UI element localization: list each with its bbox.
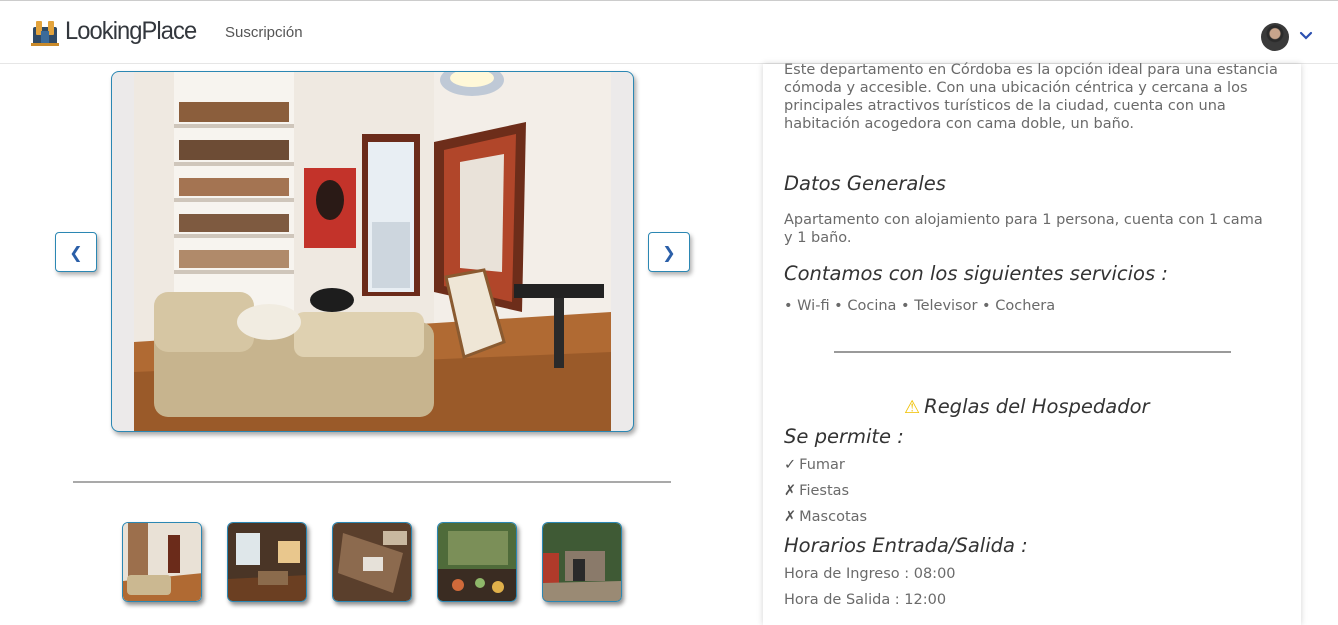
property-details-panel: Este departamento en Córdoba es la opció… bbox=[763, 62, 1301, 625]
rule-label: Mascotas bbox=[799, 509, 868, 525]
check-out-time: Hora de Salida : 12:00 bbox=[784, 592, 947, 608]
rule-item-parties: ✗ Fiestas bbox=[784, 483, 849, 499]
host-rules-heading: ⚠ Reglas del Hospedador bbox=[904, 395, 1150, 418]
divider bbox=[73, 481, 671, 483]
nav-subscription-link[interactable]: Suscripción bbox=[225, 24, 303, 41]
chevron-down-icon[interactable] bbox=[1298, 28, 1314, 44]
schedule-heading: Horarios Entrada/Salida : bbox=[784, 534, 1028, 557]
warning-icon: ⚠ bbox=[904, 397, 921, 418]
top-navbar: LookingPlace Suscripción bbox=[0, 0, 1338, 64]
host-rules-title: Reglas del Hospedador bbox=[924, 395, 1150, 418]
thumbnail-4[interactable] bbox=[437, 522, 517, 602]
services-heading: Contamos con los siguientes servicios : bbox=[784, 262, 1168, 285]
logo-icon[interactable] bbox=[31, 19, 59, 46]
divider bbox=[834, 351, 1231, 353]
cross-icon: ✗ bbox=[784, 483, 797, 499]
check-icon: ✓ bbox=[784, 457, 797, 473]
thumbnail-2[interactable] bbox=[227, 522, 307, 602]
thumbnail-1[interactable] bbox=[122, 522, 202, 602]
image-carousel bbox=[111, 71, 634, 432]
cross-icon: ✗ bbox=[784, 509, 797, 525]
general-data-text: Apartamento con alojamiento para 1 perso… bbox=[784, 212, 1263, 246]
services-list: • Wi-fi • Cocina • Televisor • Cochera bbox=[784, 298, 1056, 314]
brand-name[interactable]: LookingPlace bbox=[65, 17, 197, 46]
user-avatar[interactable] bbox=[1261, 23, 1289, 51]
carousel-next-button[interactable]: ❯ bbox=[648, 232, 690, 272]
check-in-time: Hora de Ingreso : 08:00 bbox=[784, 566, 956, 582]
room-photo bbox=[134, 72, 611, 431]
rule-label: Fiestas bbox=[799, 483, 850, 499]
property-description: Este departamento en Córdoba es la opció… bbox=[784, 62, 1278, 132]
rule-label: Fumar bbox=[799, 457, 845, 473]
general-data-heading: Datos Generales bbox=[784, 172, 946, 195]
rule-item-smoking: ✓ Fumar bbox=[784, 457, 845, 473]
carousel-prev-button[interactable]: ❮ bbox=[55, 232, 97, 272]
allowed-heading: Se permite : bbox=[784, 425, 904, 448]
thumbnail-3[interactable] bbox=[332, 522, 412, 602]
rule-item-pets: ✗ Mascotas bbox=[784, 509, 867, 525]
thumbnail-5[interactable] bbox=[542, 522, 622, 602]
